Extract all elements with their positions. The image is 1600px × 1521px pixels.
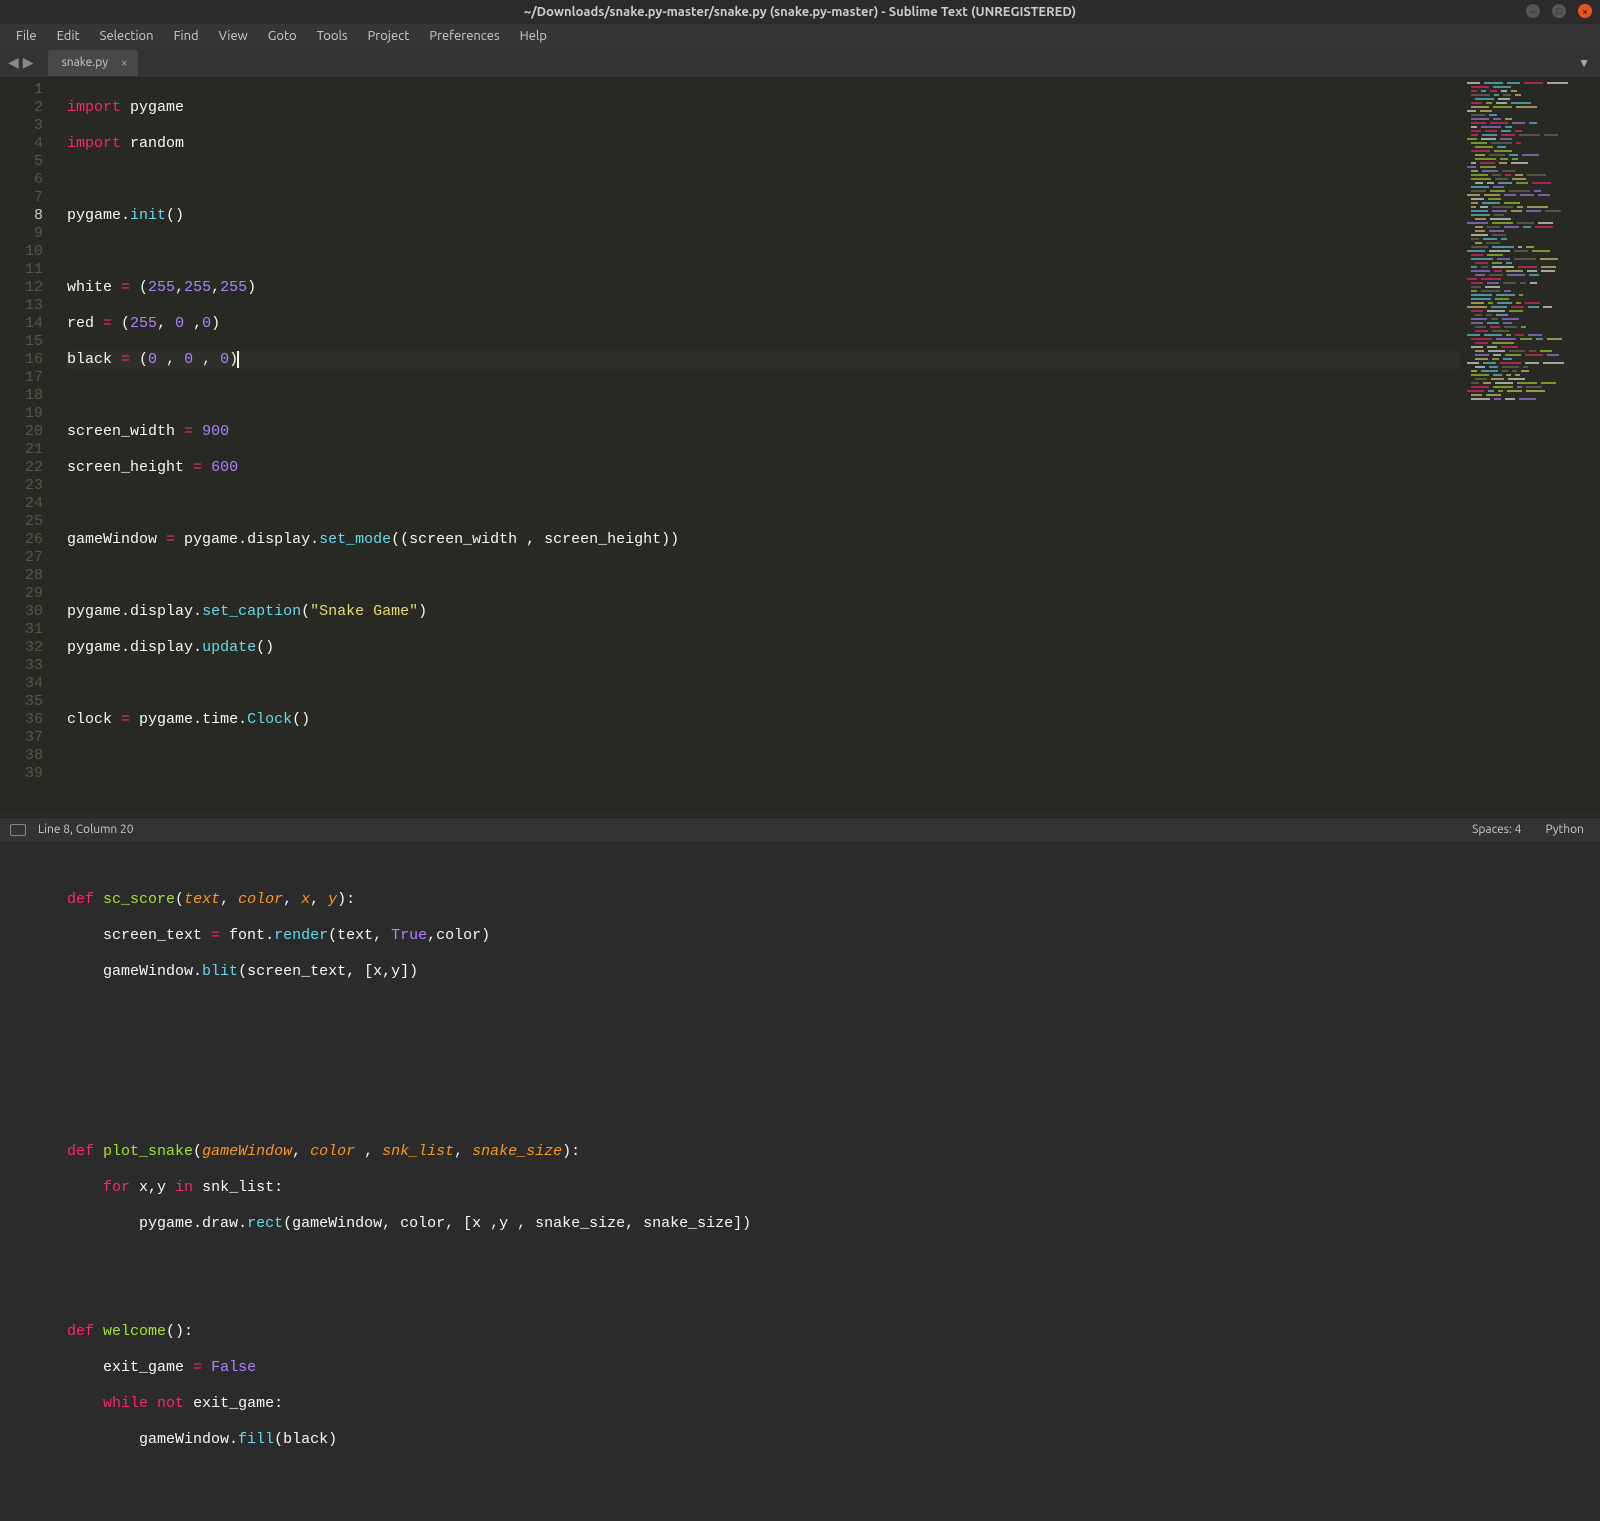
line-number: 11 — [0, 261, 55, 279]
line-number: 15 — [0, 333, 55, 351]
menu-tools[interactable]: Tools — [307, 26, 358, 46]
maximize-button[interactable]: □ — [1552, 4, 1566, 18]
statusbar: Line 8, Column 20 Spaces: 4 Python — [0, 817, 1600, 841]
tab-row: ◀ ▶ snake.py × ▼ — [0, 48, 1600, 78]
line-number: 34 — [0, 675, 55, 693]
menu-selection[interactable]: Selection — [90, 26, 164, 46]
line-number: 36 — [0, 711, 55, 729]
line-number: 9 — [0, 225, 55, 243]
line-number: 8 — [0, 207, 55, 225]
close-button[interactable]: × — [1578, 4, 1592, 18]
line-number: 31 — [0, 621, 55, 639]
code-area[interactable]: import pygame import random pygame.init(… — [55, 78, 1600, 813]
menu-help[interactable]: Help — [510, 26, 557, 46]
line-number: 22 — [0, 459, 55, 477]
menubar: File Edit Selection Find View Goto Tools… — [0, 24, 1600, 48]
line-number: 32 — [0, 639, 55, 657]
cursor-position: Line 8, Column 20 — [38, 823, 134, 836]
line-number: 3 — [0, 117, 55, 135]
indent-status[interactable]: Spaces: 4 — [1472, 823, 1521, 836]
line-number: 24 — [0, 495, 55, 513]
line-number: 19 — [0, 405, 55, 423]
minimap[interactable] — [1460, 78, 1600, 813]
line-number: 27 — [0, 549, 55, 567]
editor[interactable]: 1234567891011121314151617181920212223242… — [0, 78, 1600, 813]
menu-project[interactable]: Project — [358, 26, 420, 46]
gutter: 1234567891011121314151617181920212223242… — [0, 78, 55, 813]
minimize-button[interactable]: − — [1526, 4, 1540, 18]
menu-preferences[interactable]: Preferences — [419, 26, 509, 46]
line-number: 14 — [0, 315, 55, 333]
line-number: 38 — [0, 747, 55, 765]
line-number: 25 — [0, 513, 55, 531]
menu-goto[interactable]: Goto — [258, 26, 307, 46]
line-number: 6 — [0, 171, 55, 189]
line-number: 29 — [0, 585, 55, 603]
line-number: 33 — [0, 657, 55, 675]
window-title: ~/Downloads/snake.py-master/snake.py (sn… — [524, 5, 1076, 19]
line-number: 2 — [0, 99, 55, 117]
sidebar-toggle-icon[interactable] — [10, 824, 26, 836]
line-number: 20 — [0, 423, 55, 441]
line-number: 37 — [0, 729, 55, 747]
line-number: 5 — [0, 153, 55, 171]
tab-label: snake.py — [62, 56, 108, 69]
line-number: 26 — [0, 531, 55, 549]
line-number: 30 — [0, 603, 55, 621]
menu-file[interactable]: File — [6, 26, 47, 46]
nav-back-icon[interactable]: ◀ — [6, 54, 21, 71]
line-number: 16 — [0, 351, 55, 369]
line-number: 12 — [0, 279, 55, 297]
line-number: 21 — [0, 441, 55, 459]
line-number: 7 — [0, 189, 55, 207]
syntax-status[interactable]: Python — [1545, 823, 1584, 836]
line-number: 10 — [0, 243, 55, 261]
line-number: 13 — [0, 297, 55, 315]
line-number: 1 — [0, 81, 55, 99]
tab-close-icon[interactable]: × — [121, 56, 128, 70]
line-number: 35 — [0, 693, 55, 711]
menu-view[interactable]: View — [209, 26, 258, 46]
line-number: 17 — [0, 369, 55, 387]
nav-forward-icon[interactable]: ▶ — [21, 54, 36, 71]
menu-find[interactable]: Find — [164, 26, 209, 46]
caret — [237, 351, 239, 368]
line-number: 4 — [0, 135, 55, 153]
line-number: 18 — [0, 387, 55, 405]
titlebar: ~/Downloads/snake.py-master/snake.py (sn… — [0, 0, 1600, 24]
tab-overflow-icon[interactable]: ▼ — [1578, 56, 1590, 70]
line-number: 23 — [0, 477, 55, 495]
menu-edit[interactable]: Edit — [47, 26, 90, 46]
line-number: 28 — [0, 567, 55, 585]
line-number: 39 — [0, 765, 55, 783]
tab-snake-py[interactable]: snake.py × — [48, 50, 138, 76]
